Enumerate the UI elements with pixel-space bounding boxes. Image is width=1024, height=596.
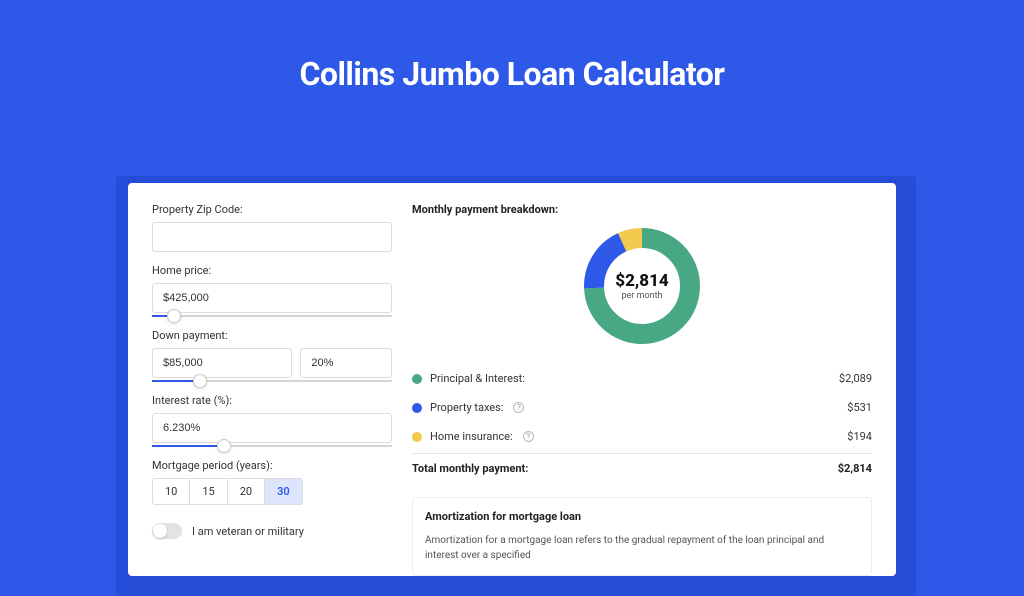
interest-rate-slider[interactable] [152,445,392,447]
slider-thumb[interactable] [217,439,231,453]
info-icon[interactable]: ? [523,431,534,442]
down-payment-slider[interactable] [152,380,392,382]
breakdown-header: Monthly payment breakdown: [412,203,872,216]
donut-sub: per month [621,291,662,301]
mortgage-period-buttons: 10 15 20 30 [152,478,303,505]
donut-amount: $2,814 [615,271,668,291]
total-row: Total monthly payment: $2,814 [412,453,872,483]
mortgage-period-field-group: Mortgage period (years): 10 15 20 30 [152,459,392,505]
slider-thumb[interactable] [167,309,181,323]
legend-value: $2,089 [839,372,872,385]
amortization-text: Amortization for a mortgage loan refers … [425,533,859,563]
home-price-label: Home price: [152,264,392,277]
period-btn-30[interactable]: 30 [265,479,302,504]
zip-field-group: Property Zip Code: [152,203,392,252]
home-price-slider[interactable] [152,315,392,317]
period-btn-15[interactable]: 15 [190,479,227,504]
mortgage-period-label: Mortgage period (years): [152,459,392,472]
legend-label: Home insurance: [430,430,513,443]
down-payment-amount-input[interactable] [152,348,292,378]
form-column: Property Zip Code: Home price: Down paym… [152,203,392,576]
donut-chart-wrap: $2,814 per month [412,226,872,346]
legend-row-taxes: Property taxes: ? $531 [412,393,872,422]
total-value: $2,814 [838,462,872,475]
legend-value: $194 [847,430,872,443]
legend-row-insurance: Home insurance: ? $194 [412,422,872,451]
legend-dot-icon [412,432,422,442]
breakdown-column: Monthly payment breakdown: $2,814 per mo… [412,203,872,576]
legend-value: $531 [847,401,872,414]
donut-chart: $2,814 per month [582,226,702,346]
down-payment-label: Down payment: [152,329,392,342]
legend-label: Principal & Interest: [430,372,525,385]
veteran-toggle[interactable] [152,523,182,539]
veteran-toggle-row: I am veteran or military [152,523,392,539]
legend-row-principal: Principal & Interest: $2,089 [412,364,872,393]
period-btn-10[interactable]: 10 [153,479,190,504]
interest-rate-label: Interest rate (%): [152,394,392,407]
total-label: Total monthly payment: [412,462,528,475]
zip-label: Property Zip Code: [152,203,392,216]
interest-rate-field-group: Interest rate (%): [152,394,392,447]
calculator-card: Property Zip Code: Home price: Down paym… [128,183,896,576]
down-payment-field-group: Down payment: [152,329,392,382]
legend-dot-icon [412,374,422,384]
veteran-label: I am veteran or military [192,525,304,538]
zip-input[interactable] [152,222,392,252]
period-btn-20[interactable]: 20 [228,479,265,504]
toggle-knob [153,524,167,538]
page-title: Collins Jumbo Loan Calculator [0,55,1024,93]
amortization-card: Amortization for mortgage loan Amortizat… [412,497,872,576]
interest-rate-input[interactable] [152,413,392,443]
slider-thumb[interactable] [193,374,207,388]
home-price-field-group: Home price: [152,264,392,317]
down-payment-percent-input[interactable] [300,348,392,378]
legend-dot-icon [412,403,422,413]
home-price-input[interactable] [152,283,392,313]
info-icon[interactable]: ? [513,402,524,413]
legend-label: Property taxes: [430,401,503,414]
